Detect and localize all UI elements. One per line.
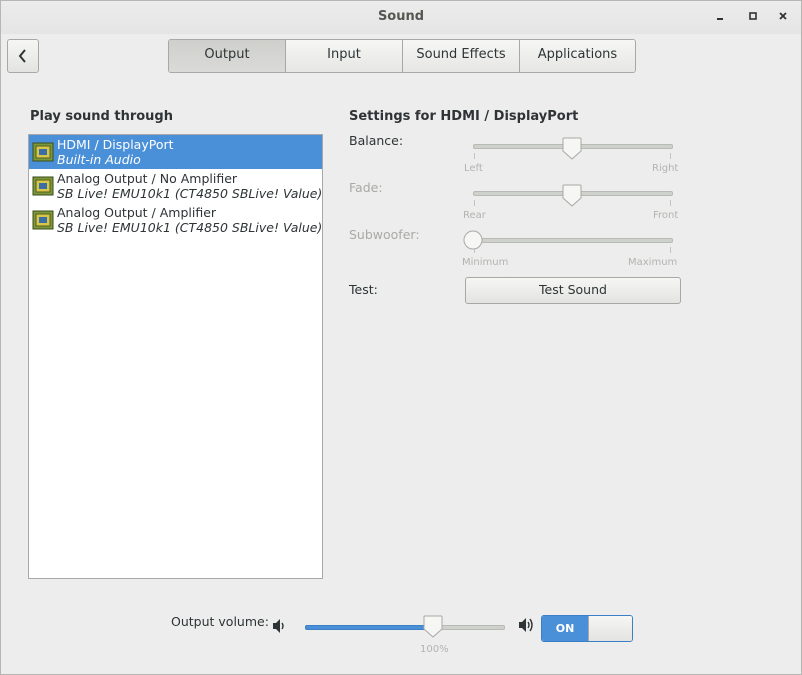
subwoofer-maximum-label: Maximum	[628, 257, 678, 268]
subwoofer-label: Subwoofer:	[349, 227, 420, 242]
title-bar: Sound	[1, 1, 801, 34]
chevron-left-icon	[18, 49, 26, 63]
balance-tick-right	[670, 153, 671, 159]
tab-output[interactable]: Output	[169, 40, 286, 72]
maximize-button[interactable]	[743, 7, 763, 27]
speaker-high-icon[interactable]	[517, 616, 537, 634]
balance-right-label: Right	[652, 163, 679, 174]
subwoofer-tick-right	[670, 247, 671, 253]
device-hdmi[interactable]: HDMI / DisplayPort Built-in Audio	[29, 135, 322, 169]
switch-handle[interactable]	[588, 616, 632, 641]
maximize-icon	[749, 12, 757, 20]
sound-window: Sound Output Input Sound Effects Applica…	[0, 0, 802, 675]
output-mute-switch[interactable]: ON	[541, 615, 633, 642]
fade-label: Fade:	[349, 180, 383, 195]
device-detail: Built-in Audio	[57, 152, 141, 167]
test-label: Test:	[349, 282, 378, 297]
close-icon	[779, 12, 787, 20]
sound-card-icon	[32, 176, 54, 196]
fade-tick-left	[474, 200, 475, 206]
fade-front-label: Front	[653, 210, 679, 221]
settings-heading: Settings for HDMI / DisplayPort	[349, 109, 579, 124]
output-device-list: HDMI / DisplayPort Built-in Audio Analog…	[28, 134, 323, 579]
device-name: HDMI / DisplayPort	[57, 137, 174, 152]
device-analog-no-amplifier[interactable]: Analog Output / No Amplifier SB Live! EM…	[29, 169, 322, 203]
output-volume-fill	[305, 625, 435, 630]
device-name: Analog Output / Amplifier	[57, 205, 217, 220]
balance-tick-left	[474, 153, 475, 159]
tab-input[interactable]: Input	[286, 40, 403, 72]
output-volume-knob[interactable]	[423, 615, 443, 639]
sound-card-icon	[32, 142, 54, 162]
fade-tick-right	[670, 200, 671, 206]
output-volume-label: Output volume:	[171, 614, 269, 629]
device-name: Analog Output / No Amplifier	[57, 171, 238, 186]
window-title: Sound	[377, 9, 425, 24]
fade-rear-label: Rear	[463, 210, 486, 221]
subwoofer-slider-knob	[463, 230, 483, 250]
back-button[interactable]	[7, 39, 39, 73]
subwoofer-minimum-label: Minimum	[462, 257, 509, 268]
speaker-low-icon[interactable]	[271, 618, 289, 634]
balance-label: Balance:	[349, 133, 404, 148]
subwoofer-slider-track	[473, 238, 673, 243]
device-detail: SB Live! EMU10k1 (CT4850 SBLive! Value)	[57, 220, 323, 235]
minimize-button[interactable]	[710, 7, 730, 27]
minimize-icon	[717, 18, 723, 20]
tab-applications[interactable]: Applications	[520, 40, 635, 72]
fade-slider-knob	[562, 184, 582, 207]
close-button[interactable]	[773, 7, 793, 27]
tab-bar: Output Input Sound Effects Applications	[168, 39, 636, 73]
sound-card-icon	[32, 210, 54, 230]
test-sound-button[interactable]: Test Sound	[465, 277, 681, 304]
play-sound-through-heading: Play sound through	[30, 109, 173, 124]
balance-slider-knob[interactable]	[562, 137, 582, 161]
device-detail: SB Live! EMU10k1 (CT4850 SBLive! Value)	[57, 186, 323, 201]
output-volume-value: 100%	[420, 644, 449, 655]
switch-on-label: ON	[542, 616, 588, 641]
device-analog-amplifier[interactable]: Analog Output / Amplifier SB Live! EMU10…	[29, 203, 322, 237]
tab-sound-effects[interactable]: Sound Effects	[403, 40, 520, 72]
balance-left-label: Left	[464, 163, 483, 174]
output-volume-track[interactable]	[433, 625, 505, 630]
